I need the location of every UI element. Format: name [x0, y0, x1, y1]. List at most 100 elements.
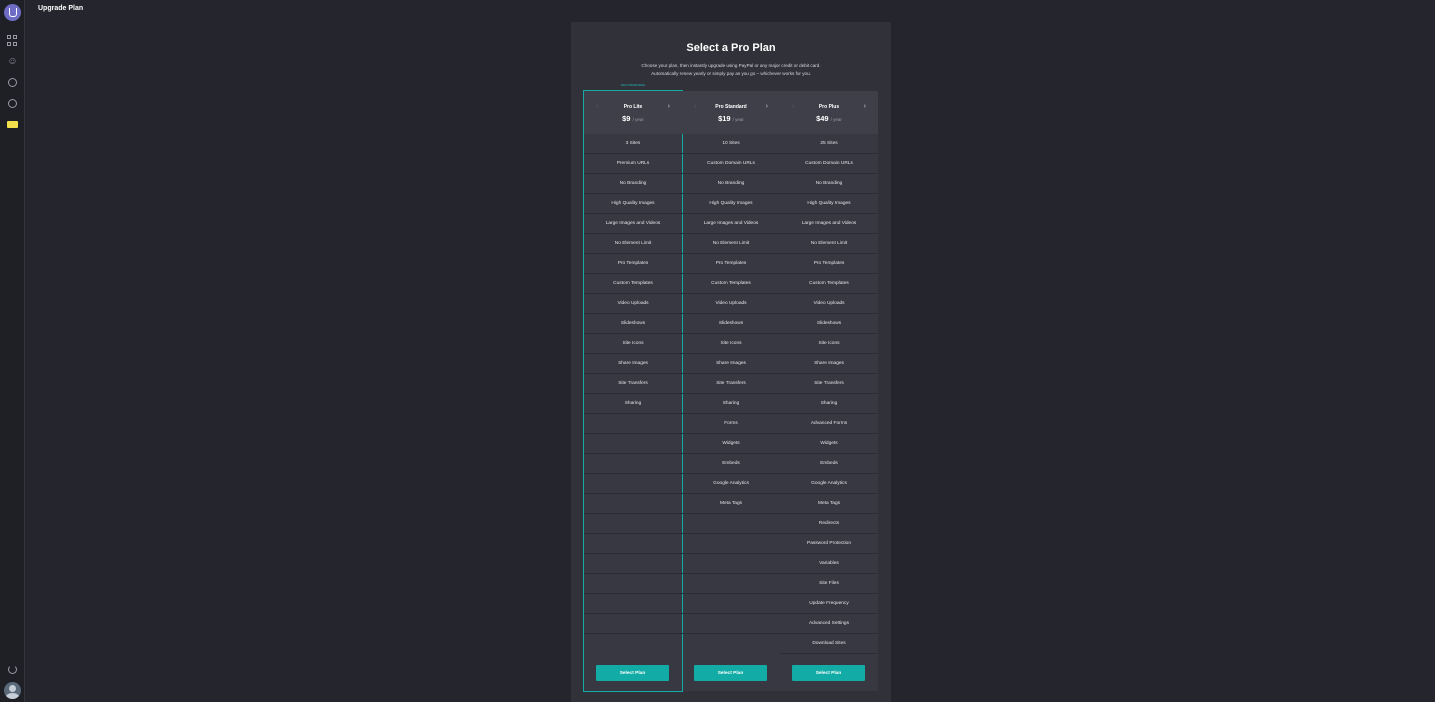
bell-icon[interactable] — [8, 78, 17, 87]
plan-price: $19 — [718, 114, 731, 123]
plan-period: / year — [632, 117, 644, 122]
feature-row: No Element Limit — [682, 234, 780, 254]
feature-row — [584, 534, 682, 554]
feature-row: High Quality Images — [584, 194, 682, 214]
feature-row: Share Images — [780, 354, 878, 374]
plan-column[interactable]: ‹ › Pro Plus $49 / year 25 Sites Custom Domai… — [780, 91, 878, 691]
grid-icon[interactable] — [7, 35, 18, 46]
plan-header: ‹ › Pro Plus $49 / year — [780, 91, 878, 134]
feature-row: Forms — [682, 414, 780, 434]
feature-row: Site Icons — [584, 334, 682, 354]
feature-row — [584, 494, 682, 514]
feature-row: Sharing — [780, 394, 878, 414]
plan-column[interactable]: ‹ › Pro Standard $19 / year 10 Sites Custom D… — [682, 91, 780, 691]
plan-header: ‹ › Pro Lite $9 / year — [584, 91, 682, 134]
feature-row — [584, 574, 682, 594]
feature-row: Google Analytics — [780, 474, 878, 494]
feature-row — [682, 514, 780, 534]
power-icon[interactable] — [8, 665, 17, 674]
feature-row: No Branding — [682, 174, 780, 194]
feature-row: Pro Templates — [584, 254, 682, 274]
feature-row: Advanced Forms — [780, 414, 878, 434]
feature-row: Redirects — [780, 514, 878, 534]
plan-panel: Select a Pro Plan Choose your plan, then… — [571, 22, 891, 702]
users-icon[interactable]: ☺ — [7, 56, 18, 67]
highlight-note: RECOMMENDED — [621, 83, 646, 87]
feature-row: Download Sites — [780, 634, 878, 654]
logo-icon[interactable] — [4, 4, 21, 21]
plan-column[interactable]: ‹ › Pro Lite $9 / year 3 Sites Premium URLs No… — [583, 90, 683, 692]
panel-subtitle-line-2: Automatically renew yearly or simply pay… — [651, 71, 811, 76]
feature-row — [584, 454, 682, 474]
plan-period: / year — [732, 117, 744, 122]
plan-name: Pro Plus — [818, 104, 840, 110]
plan-name: Pro Lite — [623, 104, 643, 110]
feature-list: 25 Sites Custom Domain URLs No Branding Hig… — [780, 134, 878, 654]
select-plan-button[interactable]: Select Plan — [596, 665, 669, 681]
feature-row — [584, 414, 682, 434]
feature-row — [584, 594, 682, 614]
feature-row: Password Protection — [780, 534, 878, 554]
feature-row: Update Frequency — [780, 594, 878, 614]
plan-price-row: $49 / year — [780, 114, 878, 123]
help-icon[interactable] — [8, 99, 17, 108]
feature-row: Site Files — [780, 574, 878, 594]
sidebar: ☺ — [0, 0, 25, 702]
plan-price-row: $19 / year — [682, 114, 780, 123]
feature-row: Variables — [780, 554, 878, 574]
feature-row: No Branding — [584, 174, 682, 194]
pro-badge-icon[interactable] — [7, 121, 18, 128]
feature-list: 10 Sites Custom Domain URLs No Branding Hig… — [682, 134, 780, 634]
plan-name: Pro Standard — [715, 104, 747, 110]
feature-row: High Quality Images — [780, 194, 878, 214]
feature-row: High Quality Images — [682, 194, 780, 214]
feature-row — [584, 434, 682, 454]
select-plan-button[interactable]: Select Plan — [792, 665, 865, 681]
feature-row: Video Uploads — [780, 294, 878, 314]
feature-row: Site Transfers — [780, 374, 878, 394]
select-plan-button[interactable]: Select Plan — [694, 665, 767, 681]
feature-list: 3 Sites Premium URLs No Branding High Quali… — [584, 134, 682, 634]
feature-row — [584, 554, 682, 574]
avatar[interactable] — [4, 682, 21, 699]
feature-row: Widgets — [682, 434, 780, 454]
feature-row: Premium URLs — [584, 154, 682, 174]
feature-row: Large Images and Videos — [682, 214, 780, 234]
plan-price-row: $9 / year — [584, 114, 682, 123]
feature-row: 25 Sites — [780, 134, 878, 154]
feature-row — [682, 574, 780, 594]
page-title: Upgrade Plan — [38, 5, 84, 12]
feature-row: Meta Tags — [780, 494, 878, 514]
feature-row: Custom Templates — [780, 274, 878, 294]
feature-row: Advanced Settings — [780, 614, 878, 634]
feature-row: 10 Sites — [682, 134, 780, 154]
feature-row — [584, 614, 682, 634]
feature-row — [682, 614, 780, 634]
feature-row: Large Images and Videos — [584, 214, 682, 234]
feature-row: Custom Domain URLs — [780, 154, 878, 174]
feature-row — [682, 534, 780, 554]
feature-row: Slideshows — [682, 314, 780, 334]
feature-row: Share Images — [584, 354, 682, 374]
feature-row: Meta Tags — [682, 494, 780, 514]
feature-row — [584, 474, 682, 494]
feature-row: Slideshows — [584, 314, 682, 334]
feature-row: Embeds — [780, 454, 878, 474]
feature-row: Site Transfers — [584, 374, 682, 394]
feature-row: Sharing — [584, 394, 682, 414]
feature-row: Pro Templates — [682, 254, 780, 274]
plan-price: $49 — [816, 114, 829, 123]
feature-row: Embeds — [682, 454, 780, 474]
feature-row: Custom Domain URLs — [682, 154, 780, 174]
feature-row: Custom Templates — [682, 274, 780, 294]
plans-table: ‹ › Pro Lite $9 / year 3 Sites Premium URLs No… — [583, 90, 878, 692]
feature-row: No Branding — [780, 174, 878, 194]
feature-row: No Element Limit — [584, 234, 682, 254]
feature-row: Pro Templates — [780, 254, 878, 274]
feature-row: Sharing — [682, 394, 780, 414]
panel-subtitle: Choose your plan, then instantly upgrade… — [571, 62, 891, 78]
feature-row: Site Icons — [780, 334, 878, 354]
feature-row — [682, 594, 780, 614]
feature-row: Video Uploads — [584, 294, 682, 314]
panel-subtitle-line-1: Choose your plan, then instantly upgrade… — [641, 63, 821, 68]
